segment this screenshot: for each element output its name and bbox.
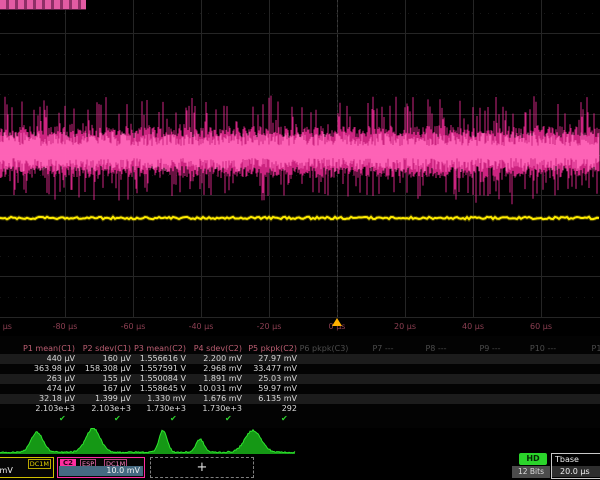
param-header-unused[interactable]: P10 ---	[530, 344, 556, 354]
param-header-unused[interactable]: P9 ---	[479, 344, 500, 354]
table-cell: 2.103e+3	[20, 404, 75, 414]
axis-tick-label: 40 µs	[462, 322, 484, 331]
c2-selected-strip: 10.0 mV	[59, 466, 143, 476]
axis-tick-label: -100 µs	[0, 322, 12, 331]
param-header-p3[interactable]: P3 mean(C2)	[131, 344, 186, 354]
axis-tick-label: -40 µs	[189, 322, 214, 331]
status-ok-check-icon: ✔	[59, 414, 66, 424]
table-cell: 1.676 mV	[187, 394, 242, 404]
hd-bits-label: 12 Bits	[512, 466, 550, 478]
table-cell: 10.031 mV	[187, 384, 242, 394]
param-header-unused[interactable]: P11	[591, 344, 600, 354]
table-cell: 1.730e+3	[131, 404, 186, 414]
measurement-trend-strip	[0, 428, 600, 456]
axis-tick-label: 60 µs	[530, 322, 552, 331]
table-cell: 1.730e+3	[187, 404, 242, 414]
table-cell: 292	[242, 404, 297, 414]
descriptor-bar: C1 DC1M 10.0 mV C2 ESP DC1M 10.0 mV + HD…	[0, 456, 600, 480]
table-cell: 155 µV	[76, 374, 131, 384]
timebase-axis: -100 µs-80 µs-60 µs-40 µs-20 µs0 µs20 µs…	[0, 318, 600, 336]
plus-icon: +	[151, 460, 253, 476]
channel-c1-descriptor[interactable]: C1 DC1M 10.0 mV	[0, 457, 54, 478]
table-cell: 1.556616 V	[131, 354, 186, 364]
oscilloscope-screen: -100 µs-80 µs-60 µs-40 µs-20 µs0 µs20 µs…	[0, 0, 600, 480]
hd-mode-badge[interactable]: HD	[519, 453, 547, 465]
table-cell: 2.103e+3	[76, 404, 131, 414]
param-header-unused[interactable]: P7 ---	[372, 344, 393, 354]
table-cell: 1.891 mV	[187, 374, 242, 384]
table-cell: 158.308 µV	[76, 364, 131, 374]
waveform-plot-area	[0, 0, 600, 318]
axis-tick-label: -80 µs	[53, 322, 78, 331]
param-header-p2[interactable]: P2 sdev(C1)	[76, 344, 131, 354]
status-ok-check-icon: ✔	[114, 414, 121, 424]
table-cell: 6.135 mV	[242, 394, 297, 404]
graticule	[0, 0, 600, 318]
param-header-unused[interactable]: P6 pkpk(C3)	[300, 344, 349, 354]
status-ok-check-icon: ✔	[281, 414, 288, 424]
timebase-value: 20.0 µs	[552, 466, 600, 477]
table-cell: 27.97 mV	[242, 354, 297, 364]
table-cell: 33.477 mV	[242, 364, 297, 374]
table-cell: 1.550084 V	[131, 374, 186, 384]
table-cell: 1.399 µV	[76, 394, 131, 404]
table-cell: 1.330 mV	[131, 394, 186, 404]
table-cell: 1.558645 V	[131, 384, 186, 394]
table-cell: 474 µV	[20, 384, 75, 394]
status-ok-check-icon: ✔	[225, 414, 232, 424]
timebase-label: Tbase	[555, 455, 579, 465]
table-cell: 363.98 µV	[20, 364, 75, 374]
param-header-unused[interactable]: P8 ---	[425, 344, 446, 354]
table-cell: 167 µV	[76, 384, 131, 394]
param-header-p1[interactable]: P1 mean(C1)	[20, 344, 75, 354]
trace-label-badge	[0, 0, 86, 10]
axis-tick-label: -20 µs	[257, 322, 282, 331]
axis-tick-label: -60 µs	[121, 322, 146, 331]
param-header-p5[interactable]: P5 pkpk(C2)	[242, 344, 297, 354]
timebase-descriptor[interactable]: Tbase 20.0 µs	[551, 453, 600, 479]
table-cell: 32.18 µV	[20, 394, 75, 404]
c1-vdiv-value: 10.0 mV	[0, 466, 53, 476]
status-ok-check-icon: ✔	[170, 414, 177, 424]
axis-tick-label: 20 µs	[394, 322, 416, 331]
channel-c2-descriptor[interactable]: C2 ESP DC1M 10.0 mV	[57, 457, 145, 478]
table-cell: 25.03 mV	[242, 374, 297, 384]
trigger-time-marker[interactable]	[332, 318, 342, 326]
param-header-p4[interactable]: P4 sdev(C2)	[187, 344, 242, 354]
table-cell: 2.968 mV	[187, 364, 242, 374]
trend-fill	[0, 428, 295, 454]
table-cell: 263 µV	[20, 374, 75, 384]
table-cell: 160 µV	[76, 354, 131, 364]
c2-vdiv-value: 10.0 mV	[59, 466, 143, 476]
measurement-table: P1 mean(C1)P2 sdev(C1)P3 mean(C2)P4 sdev…	[0, 336, 600, 428]
table-cell: 59.97 mV	[242, 384, 297, 394]
table-cell: 1.557591 V	[131, 364, 186, 374]
table-cell: 440 µV	[20, 354, 75, 364]
trend-waveform	[0, 428, 600, 456]
table-cell: 2.200 mV	[187, 354, 242, 364]
add-trace-box[interactable]: +	[150, 457, 254, 478]
